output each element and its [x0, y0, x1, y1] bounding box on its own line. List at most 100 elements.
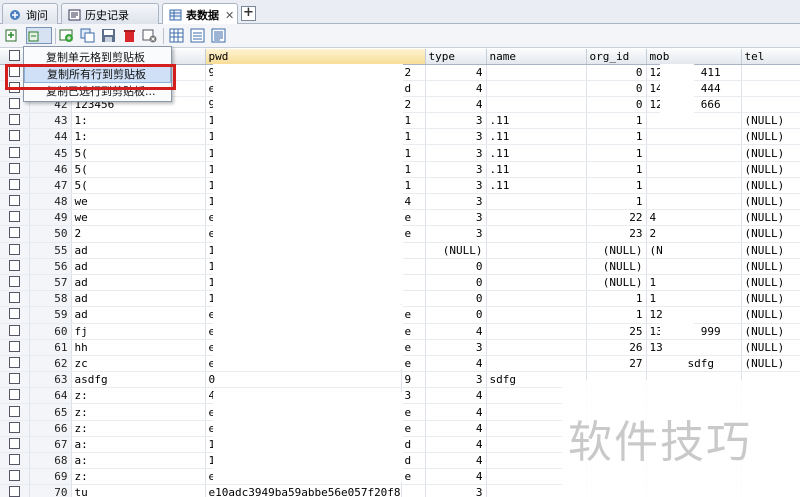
cell-name[interactable]: .11 [486, 161, 587, 178]
cell-pwd-end[interactable]: 3 [401, 387, 426, 405]
cell-org-id[interactable]: 23 [586, 225, 647, 243]
cell-type[interactable]: 4 [425, 80, 487, 97]
row-id-cell[interactable]: 44 [29, 128, 72, 146]
cell-type[interactable]: 4 [425, 436, 487, 454]
cell-mob[interactable]: 4 [646, 209, 742, 227]
cell-name[interactable] [486, 290, 587, 308]
cell-hidden-col[interactable]: 5( [71, 177, 206, 195]
row-id-cell[interactable]: 46 [29, 161, 72, 178]
row-checkbox[interactable] [8, 259, 20, 271]
column-header-name[interactable]: name [486, 49, 587, 65]
cell-org-id[interactable]: 1 [586, 306, 647, 324]
row-checkbox[interactable] [8, 340, 20, 352]
cell-mob[interactable]: (N [646, 242, 742, 259]
tab-table-data[interactable]: 表数据 ✕ [162, 3, 238, 25]
cell-mob[interactable]: 12 [646, 306, 742, 324]
tab-history[interactable]: 历史记录 [61, 3, 159, 24]
cell-mob[interactable] [646, 128, 742, 146]
row-checkbox-cell[interactable] [0, 420, 30, 437]
cell-tel[interactable]: (NULL) [741, 306, 800, 324]
cell-pwd-end[interactable] [401, 258, 426, 275]
row-id-cell[interactable]: 64 [29, 387, 72, 405]
cell-hidden-col[interactable]: 5( [71, 161, 206, 178]
cell-pwd-end[interactable]: e [401, 420, 426, 437]
cell-type[interactable]: 4 [425, 403, 487, 421]
cell-tel[interactable]: (NULL) [741, 274, 800, 292]
cell-mob[interactable]: 1 [646, 290, 742, 308]
cell-type[interactable]: 0 [425, 274, 487, 292]
cell-hidden-col[interactable]: a: [71, 436, 206, 454]
cell-type[interactable]: 3 [425, 371, 487, 389]
cell-hidden-col[interactable]: 1: [71, 128, 206, 146]
row-id-cell[interactable]: 48 [29, 193, 72, 211]
cell-type[interactable]: 4 [425, 323, 487, 340]
cell-name[interactable] [486, 209, 587, 227]
cell-name[interactable] [486, 323, 587, 340]
cell-mob[interactable] [646, 161, 742, 178]
cell-org-id[interactable]: 25 [586, 323, 647, 340]
row-id-cell[interactable]: 47 [29, 177, 72, 195]
cell-mob[interactable] [646, 112, 742, 130]
cell-tel[interactable]: (NULL) [741, 161, 800, 178]
cell-hidden-col[interactable]: 2 [71, 225, 206, 243]
cell-tel[interactable]: (NULL) [741, 355, 800, 373]
row-id-cell[interactable]: 43 [29, 112, 72, 130]
cell-name[interactable]: .11 [486, 177, 587, 195]
row-id-cell[interactable]: 60 [29, 323, 72, 340]
cell-pwd-end[interactable]: e [401, 339, 426, 356]
menu-copy-cell[interactable]: 复制单元格到剪贴板 [24, 49, 171, 66]
row-id-cell[interactable]: 62 [29, 355, 72, 373]
row-checkbox[interactable] [8, 65, 20, 77]
cell-name[interactable] [486, 193, 587, 211]
row-id-cell[interactable]: 57 [29, 274, 72, 292]
row-id-cell[interactable]: 56 [29, 258, 72, 275]
cell-name[interactable] [486, 80, 587, 97]
grid-view-button[interactable] [168, 27, 185, 44]
row-checkbox-cell[interactable] [0, 387, 30, 405]
row-checkbox[interactable] [8, 356, 20, 368]
cell-hidden-col[interactable]: ad [71, 274, 206, 292]
row-checkbox[interactable] [8, 178, 20, 190]
cell-type[interactable]: 3 [425, 193, 487, 211]
row-checkbox[interactable] [8, 227, 20, 239]
row-checkbox[interactable] [8, 421, 20, 433]
form-view-button[interactable] [189, 27, 206, 44]
row-id-cell[interactable]: 49 [29, 209, 72, 227]
cell-type[interactable]: 4 [425, 387, 487, 405]
text-view-button[interactable] [210, 27, 227, 44]
cell-name[interactable] [486, 339, 587, 356]
cell-type[interactable]: 4 [425, 64, 487, 81]
cell-pwd-end[interactable]: 4 [401, 193, 426, 211]
row-checkbox-cell[interactable] [0, 452, 30, 470]
cell-pwd-end[interactable]: 1 [401, 161, 426, 178]
cell-name[interactable]: .11 [486, 112, 587, 130]
cell-type[interactable]: 4 [425, 355, 487, 373]
row-checkbox-cell[interactable] [0, 306, 30, 324]
cell-pwd-end[interactable]: 2 [401, 96, 426, 114]
cell-type[interactable]: 0 [425, 290, 487, 308]
row-checkbox[interactable] [8, 486, 20, 497]
cell-org-id[interactable]: 27 [586, 355, 647, 373]
cell-tel[interactable]: (NULL) [741, 290, 800, 308]
cell-hidden-col[interactable]: ad [71, 258, 206, 275]
row-id-cell[interactable]: 59 [29, 306, 72, 324]
row-checkbox[interactable] [8, 97, 20, 109]
cell-pwd-end[interactable]: 1 [401, 177, 426, 195]
cell-pwd-end[interactable]: 9 [401, 371, 426, 389]
cell-type[interactable]: 4 [425, 96, 487, 114]
row-checkbox[interactable] [8, 243, 20, 255]
cell-pwd-end[interactable] [401, 484, 426, 497]
cell-type[interactable]: 0 [425, 258, 487, 275]
row-checkbox-cell[interactable] [0, 290, 30, 308]
tab-query[interactable]: 询问 [2, 3, 58, 24]
cell-pwd-end[interactable]: e [401, 355, 426, 373]
row-checkbox[interactable] [8, 162, 20, 174]
cell-pwd-end[interactable]: e [401, 403, 426, 421]
cell-type[interactable]: 3 [425, 339, 487, 356]
cell-org-id[interactable]: (NULL) [586, 274, 647, 292]
cell-pwd-end[interactable] [401, 242, 426, 259]
cell-tel[interactable]: (NULL) [741, 128, 800, 146]
cell-mob[interactable] [646, 144, 742, 162]
cell-mob[interactable] [646, 258, 742, 275]
column-header-type[interactable]: type [425, 49, 487, 65]
